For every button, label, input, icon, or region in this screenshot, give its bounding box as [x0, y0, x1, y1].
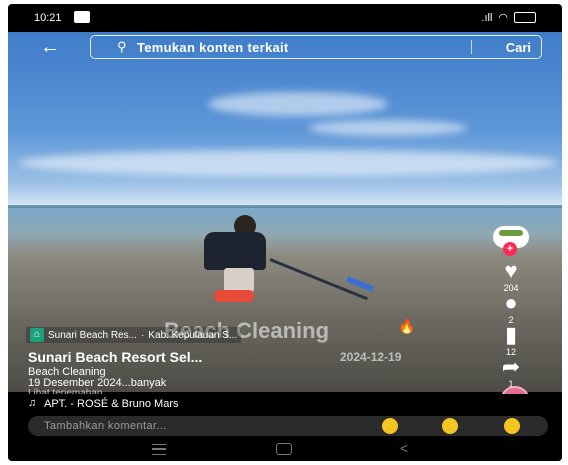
cloud [208, 92, 388, 116]
person-feet [214, 290, 254, 302]
phone-screen: 10:21 .ıll ◠ ← ⚲ Temukan konten terkait … [8, 4, 562, 461]
person-legs [224, 268, 254, 292]
comment-button[interactable]: ● 2 [492, 290, 530, 326]
location-pin-icon: ⌂ [30, 328, 44, 342]
heart-icon: ♥ [504, 258, 518, 283]
location-chip[interactable]: ⌂ Sunari Beach Res... · Kab. Kepulauan S… [26, 327, 242, 343]
signal-icon: .ıll [481, 11, 493, 24]
status-icons: .ıll ◠ [481, 11, 536, 24]
cloud [308, 120, 468, 136]
music-note-icon: ♫ [28, 397, 37, 409]
comment-input[interactable]: Tambahkan komentar... [28, 416, 548, 436]
emoji-smile-icon[interactable] [442, 418, 458, 434]
horizon-line [8, 205, 562, 208]
wifi-icon: ◠ [498, 12, 508, 24]
search-divider [471, 40, 472, 54]
music-bar[interactable]: ♫ APT. - ROSÉ & Bruno Mars [8, 394, 562, 414]
battery-icon [514, 12, 536, 23]
comment-icon: ● [504, 290, 518, 315]
location-region: Kab. Kepulauan S... [148, 329, 238, 341]
author-name[interactable]: Sunari Beach Resort Sel... [28, 349, 202, 365]
save-button[interactable]: ▮ 12 [492, 322, 530, 358]
recents-icon[interactable] [152, 444, 166, 455]
location-separator: · [140, 329, 145, 341]
comment-placeholder: Tambahkan komentar... [44, 420, 167, 432]
bookmark-icon: ▮ [504, 322, 518, 347]
arrow-left-icon[interactable]: ← [40, 36, 60, 58]
home-icon[interactable] [276, 443, 292, 455]
search-placeholder: Temukan konten terkait [137, 40, 289, 55]
back-icon[interactable]: < [400, 440, 408, 456]
share-icon: ➦ [501, 354, 521, 379]
emoji-laugh-icon[interactable] [504, 418, 520, 434]
music-title: APT. - ROSÉ & Bruno Mars [44, 398, 179, 410]
search-bar: ← ⚲ Temukan konten terkait Cari [8, 32, 562, 64]
fire-icon: 🔥 [398, 318, 416, 334]
share-button[interactable]: ➦ 1 [492, 354, 530, 390]
follow-plus-icon[interactable]: + [503, 242, 517, 256]
notification-icon [74, 11, 90, 23]
location-name: Sunari Beach Res... [48, 329, 137, 341]
cloud [18, 150, 558, 176]
recents-icon-line [152, 448, 166, 450]
search-input[interactable]: ⚲ Temukan konten terkait Cari [90, 35, 542, 59]
status-bar: 10:21 .ıll ◠ [8, 4, 562, 32]
person-body [204, 232, 266, 270]
status-time: 10:21 [34, 12, 62, 24]
search-icon: ⚲ [117, 39, 127, 54]
comment-bar: Tambahkan komentar... [8, 414, 562, 438]
avatar-image [499, 230, 523, 236]
navigation-bar: < [8, 438, 562, 461]
post-date: 2024-12-19 [340, 350, 402, 364]
emoji-sad-icon[interactable] [382, 418, 398, 434]
like-button[interactable]: ♥ 204 [492, 258, 530, 294]
search-button[interactable]: Cari [506, 40, 531, 55]
